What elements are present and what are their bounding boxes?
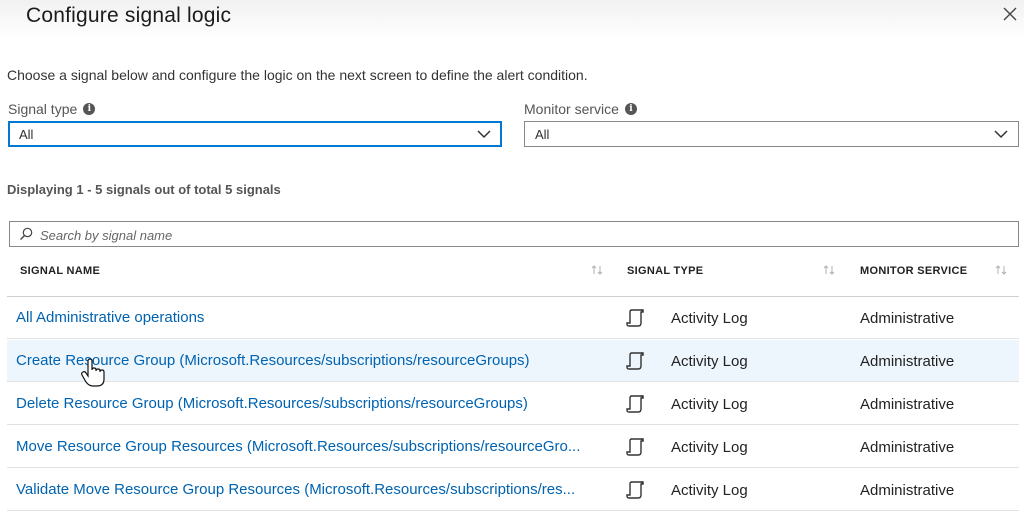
sort-icon[interactable] [994,264,1008,276]
column-header-monitor-service[interactable]: MONITOR SERVICE [860,265,967,277]
table-row[interactable]: Move Resource Group Resources (Microsoft… [7,426,1019,468]
signal-type-label: Signal type i [8,101,96,117]
signal-type-cell: Activity Log [671,396,748,413]
signal-type-label-text: Signal type [8,101,78,117]
table-row[interactable]: Validate Move Resource Group Resources (… [7,469,1019,511]
sort-icon[interactable] [822,264,836,276]
signal-count: Displaying 1 - 5 signals out of total 5 … [7,182,281,197]
signal-name-link[interactable]: Delete Resource Group (Microsoft.Resourc… [16,395,614,412]
activity-log-icon [626,395,644,413]
activity-log-icon [626,438,644,456]
table-row[interactable]: Create Resource Group (Microsoft.Resourc… [7,340,1019,382]
monitor-service-cell: Administrative [860,396,955,413]
intro-text: Choose a signal below and configure the … [7,67,588,83]
info-icon[interactable]: i [624,103,637,115]
signal-type-dropdown[interactable]: All [8,121,502,147]
signal-name-link[interactable]: Validate Move Resource Group Resources (… [16,481,614,498]
monitor-service-cell: Administrative [860,353,955,370]
signal-name-link[interactable]: Create Resource Group (Microsoft.Resourc… [16,352,614,369]
signal-type-cell: Activity Log [671,439,748,456]
monitor-service-cell: Administrative [860,310,955,327]
table-row[interactable]: Delete Resource Group (Microsoft.Resourc… [7,383,1019,425]
search-icon [20,227,33,240]
panel-header: Configure signal logic [0,0,1024,38]
search-box[interactable] [9,221,1019,247]
activity-log-icon [626,352,644,370]
signal-name-link[interactable]: Move Resource Group Resources (Microsoft… [16,438,614,455]
signal-type-value: All [19,127,34,142]
sort-icon[interactable] [590,264,604,276]
info-icon[interactable]: i [83,103,96,115]
monitor-service-dropdown[interactable]: All [524,121,1019,147]
signal-type-cell: Activity Log [671,353,748,370]
monitor-service-cell: Administrative [860,439,955,456]
monitor-service-label-text: Monitor service [524,101,619,117]
activity-log-icon [626,309,644,327]
signal-type-cell: Activity Log [671,310,748,327]
table-row[interactable]: All Administrative operations Activity L… [7,297,1019,339]
monitor-service-cell: Administrative [860,482,955,499]
chevron-down-icon [994,130,1008,139]
close-icon[interactable] [1000,4,1020,24]
panel-title: Configure signal logic [26,4,232,27]
monitor-service-label: Monitor service i [524,101,637,117]
search-input[interactable] [38,225,1002,245]
activity-log-icon [626,481,644,499]
signal-name-link[interactable]: All Administrative operations [16,309,614,326]
column-header-signal-type[interactable]: SIGNAL TYPE [627,265,703,277]
chevron-down-icon [477,130,491,139]
signal-type-cell: Activity Log [671,482,748,499]
column-header-signal-name[interactable]: SIGNAL NAME [20,265,100,277]
monitor-service-value: All [535,127,550,142]
